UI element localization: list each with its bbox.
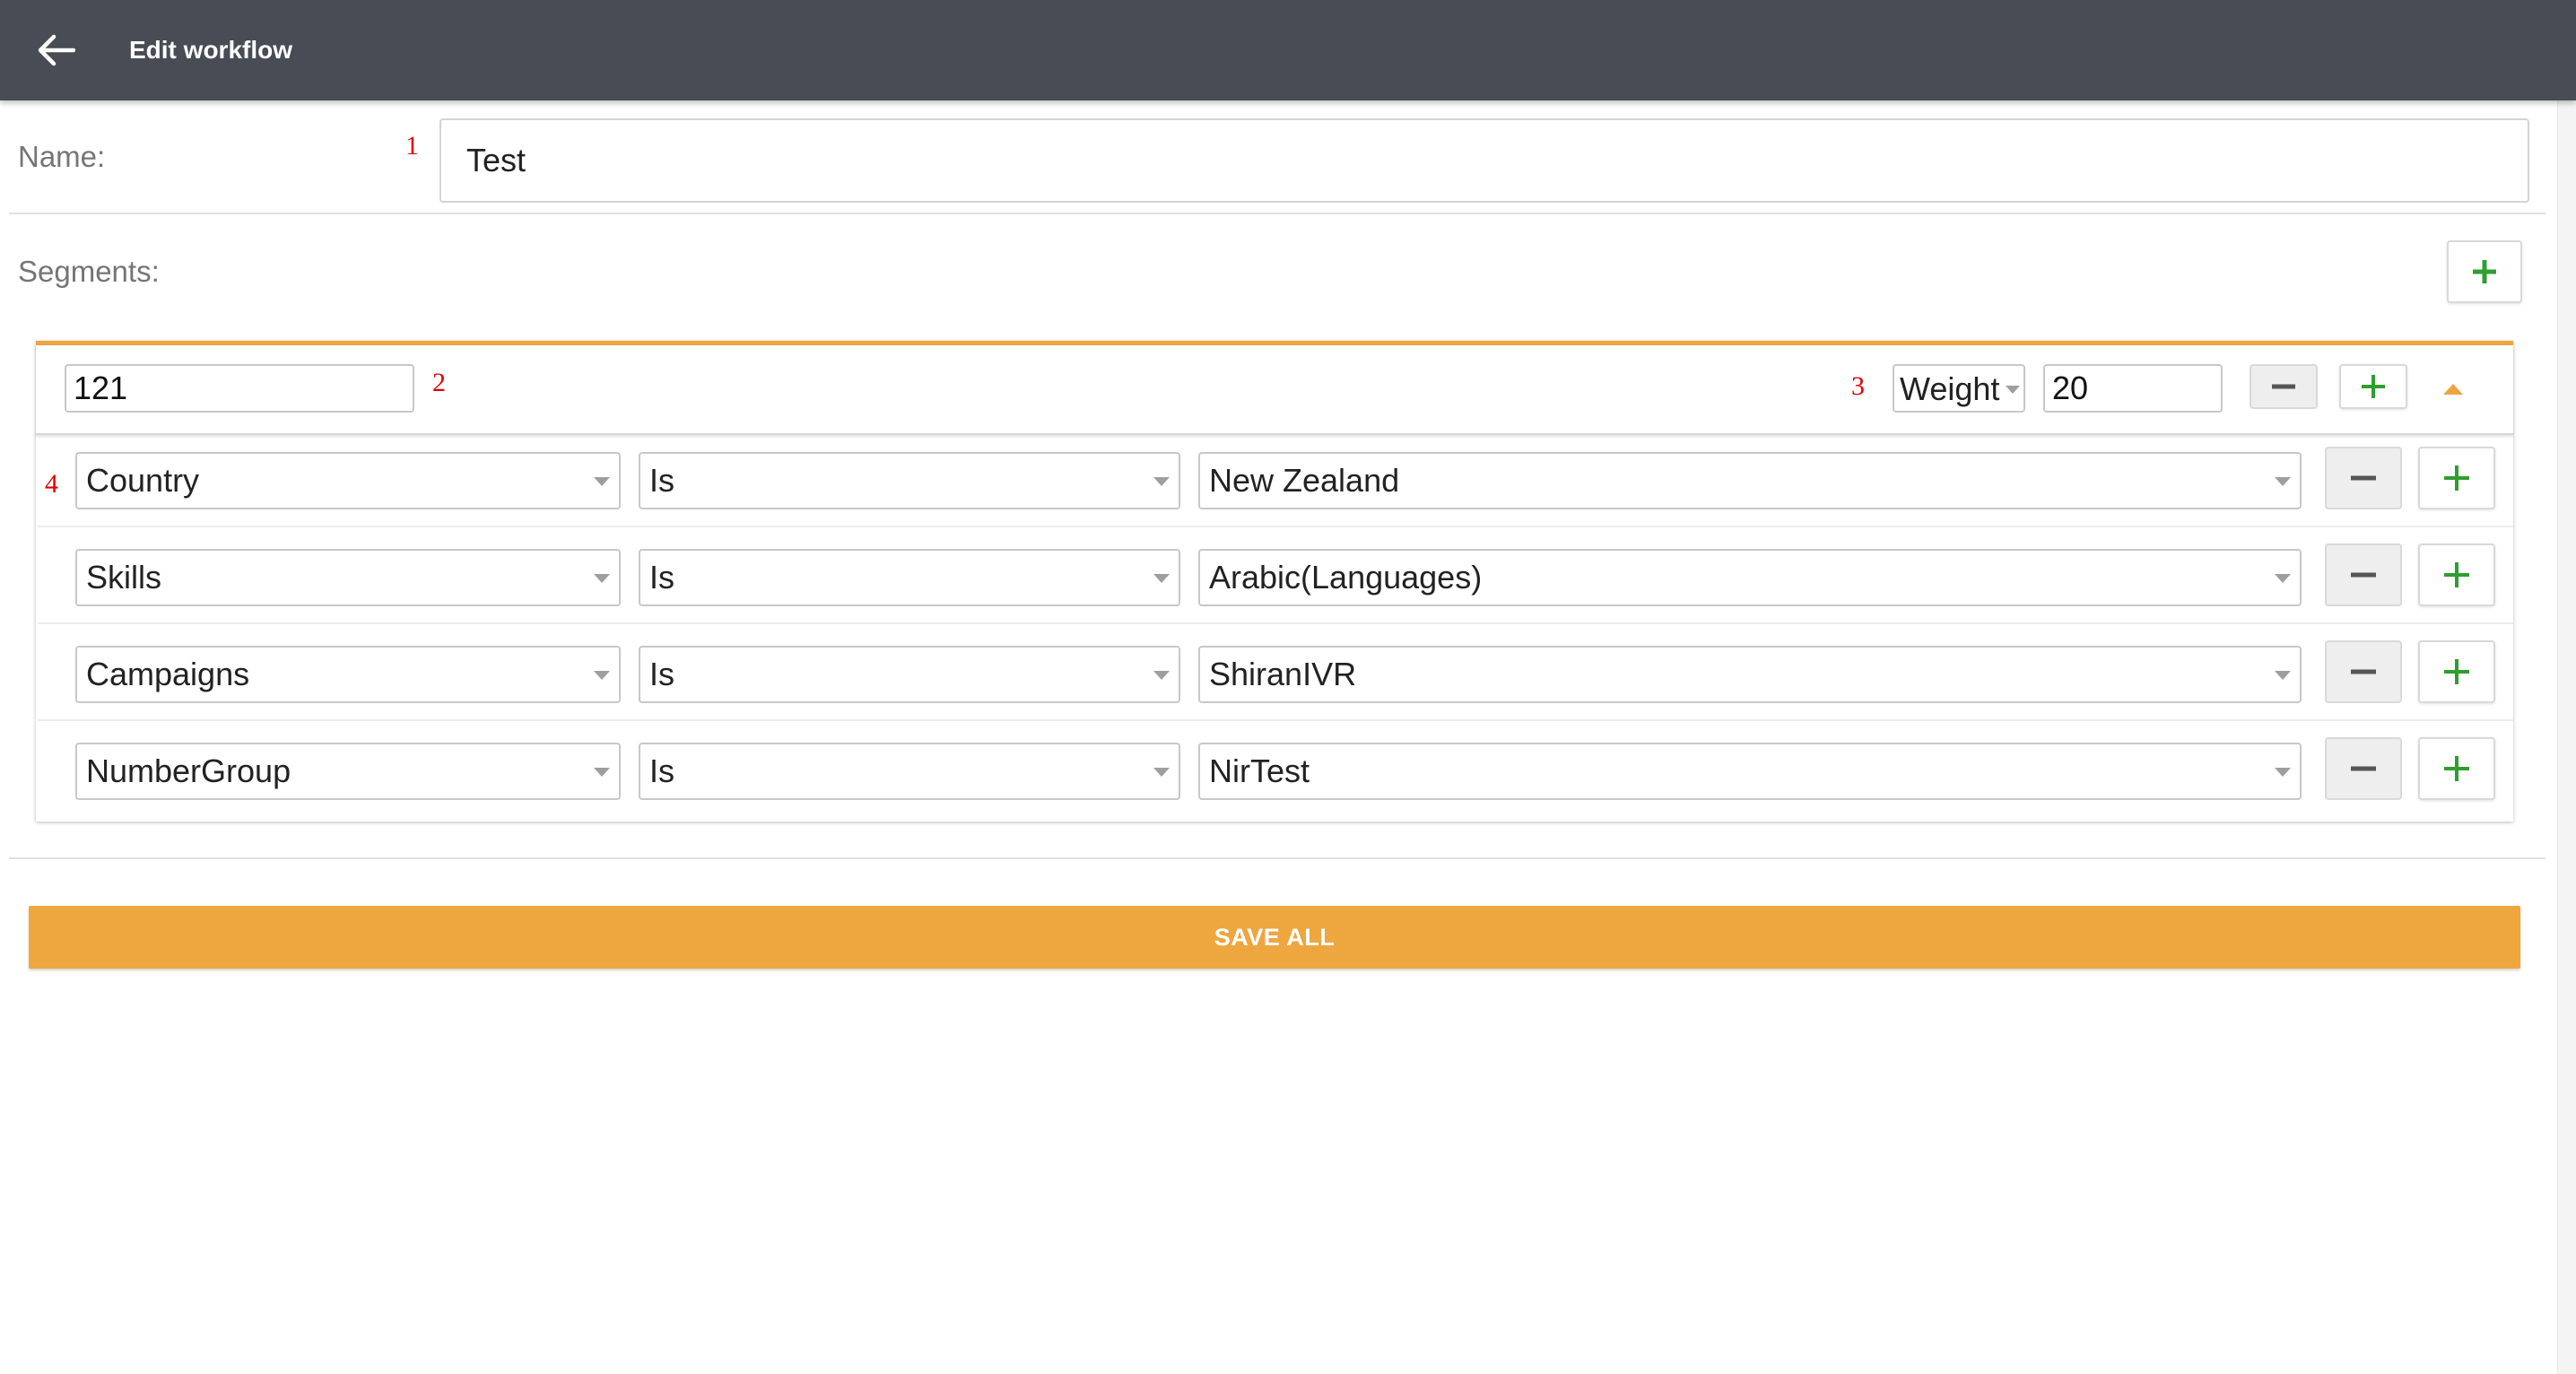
divider [9,857,2546,859]
rule-value: Arabic(Languages) [1209,559,1483,596]
rule-operator-value: Is [649,752,675,789]
workflow-name-input[interactable] [439,118,2529,203]
add-segment-button[interactable] [2447,240,2522,303]
annotation-marker-2: 2 [432,368,446,397]
rule-value-select[interactable]: New Zealand [1198,452,2302,509]
rule-field-select[interactable]: Country [75,452,621,509]
segment-remove-button[interactable] [2250,364,2318,409]
rule-add-button[interactable] [2418,737,2495,800]
plus-icon [2362,375,2385,398]
plus-icon [2444,659,2469,684]
caret-up-icon[interactable] [2443,384,2463,395]
segment-type-value: Weight [1900,370,2000,407]
caret-down-icon [594,477,610,486]
rule-field-select[interactable]: Skills [75,549,621,606]
annotation-marker-1: 1 [405,131,419,161]
rule-remove-button[interactable] [2325,544,2402,606]
rule-field-value: Country [86,462,200,499]
segment-add-button[interactable] [2339,364,2407,409]
app-bar: Edit workflow [0,0,2576,100]
plus-icon [2444,465,2469,491]
annotation-marker-3: 3 [1851,371,1865,401]
edit-workflow-page: Edit workflow Name: 1 Segments: 2 3 Weig… [0,0,2576,1374]
caret-down-icon [594,671,610,680]
caret-down-icon [2006,386,2020,394]
arrow-left-icon [38,34,75,66]
rule-add-button[interactable] [2418,447,2495,509]
caret-down-icon [2275,477,2291,486]
caret-down-icon [1153,574,1170,583]
rule-field-value: NumberGroup [86,752,292,789]
minus-icon [2351,572,2376,578]
rule-value-select[interactable]: Arabic(Languages) [1198,549,2302,606]
rule-operator-select[interactable]: Is [639,549,1180,606]
caret-down-icon [2275,574,2291,583]
plus-icon [2444,756,2469,781]
rule-add-button[interactable] [2418,640,2495,703]
minus-icon [2272,384,2295,389]
segments-label: Segments: [18,255,160,288]
caret-down-icon [594,768,610,777]
weight-input[interactable] [2043,364,2223,413]
plus-icon [2473,260,2496,283]
plus-icon [2444,562,2469,587]
rule-remove-button[interactable] [2325,640,2402,703]
rule-value-select[interactable]: ShiranIVR [1198,646,2302,703]
save-all-button[interactable]: SAVE ALL [29,906,2520,969]
caret-down-icon [2275,671,2291,680]
rule-operator-select[interactable]: Is [639,452,1180,509]
rule-value: NirTest [1209,752,1310,789]
rule-operator-select[interactable]: Is [639,646,1180,703]
minus-icon [2351,475,2376,481]
page-title: Edit workflow [129,36,292,64]
divider [9,213,2546,214]
caret-down-icon [1153,768,1170,777]
rule-operator-value: Is [649,559,675,596]
caret-down-icon [2275,768,2291,777]
segment-name-input[interactable] [65,364,414,413]
minus-icon [2351,766,2376,771]
rule-remove-button[interactable] [2325,737,2402,800]
name-label: Name: [18,140,106,173]
back-button[interactable] [36,32,75,68]
scrollbar[interactable] [2557,100,2576,1374]
rule-value: ShiranIVR [1209,656,1357,692]
segment-type-select[interactable]: Weight [1893,364,2025,413]
rule-field-select[interactable]: NumberGroup [75,743,621,800]
rule-value: New Zealand [1209,462,1400,499]
rule-operator-select[interactable]: Is [639,743,1180,800]
rule-value-select[interactable]: NirTest [1198,743,2302,800]
caret-down-icon [594,574,610,583]
rule-operator-value: Is [649,462,675,499]
rule-add-button[interactable] [2418,544,2495,606]
rule-field-value: Skills [86,559,162,596]
caret-down-icon [1153,671,1170,680]
caret-down-icon [1153,477,1170,486]
rule-operator-value: Is [649,656,675,692]
rule-field-value: Campaigns [86,656,250,692]
rule-field-select[interactable]: Campaigns [75,646,621,703]
minus-icon [2351,669,2376,674]
rule-remove-button[interactable] [2325,447,2402,509]
